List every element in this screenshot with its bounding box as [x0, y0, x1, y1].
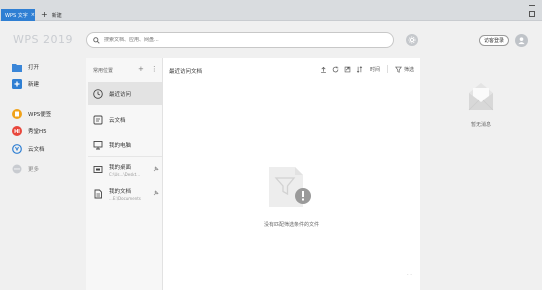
nav-more[interactable]: 更多 — [12, 163, 39, 175]
clock-icon — [93, 88, 103, 99]
empty-message: 没有匹配筛选条件的文件 — [263, 222, 319, 228]
window-controls — [527, 2, 536, 17]
add-location-icon[interactable]: + — [138, 65, 144, 73]
app-logo: WPS 2019 — [13, 33, 73, 46]
location-desktop-label: 我的桌面 — [109, 164, 132, 171]
header: WPS 2019 访客登录 — [0, 21, 542, 58]
main-content: 最近访问文档 时间 筛选 没有匹配筛选条件的文件 - - — [163, 58, 420, 290]
nav-xiutang-h5-label: 秀堂H5 — [28, 129, 47, 135]
computer-icon — [93, 140, 103, 150]
nav-xiutang-h5[interactable]: 秀堂H5 — [12, 125, 47, 137]
documents-icon — [93, 189, 103, 199]
recent-docs-title: 最近访问文档 — [169, 69, 203, 75]
upload-icon[interactable] — [320, 66, 327, 73]
locations-tools: + ⋮ — [138, 65, 158, 73]
location-computer-label: 我的电脑 — [109, 142, 132, 149]
location-documents-path: ...E:\Documents — [109, 195, 141, 201]
location-desktop[interactable]: 我的桌面 C:\Us...\Deskt... — [88, 158, 162, 181]
location-documents-text: 我的文档 ...E:\Documents — [109, 187, 141, 201]
cloud-doc-icon — [12, 144, 22, 154]
search-bar[interactable] — [86, 32, 394, 48]
h5-icon — [12, 126, 22, 136]
more-icon — [12, 164, 22, 174]
new-tab-button[interactable]: + 新建 — [41, 10, 62, 20]
nav-wps-note[interactable]: WPS便签 — [12, 108, 51, 120]
new-icon — [12, 79, 22, 89]
location-desktop-path: C:\Us...\Deskt... — [109, 171, 140, 177]
pin-icon[interactable] — [153, 166, 159, 174]
corner-mark: - - — [406, 272, 412, 278]
nav-open-label: 打开 — [28, 65, 40, 71]
envelope-icon — [468, 79, 494, 115]
refresh-icon[interactable] — [332, 66, 339, 73]
note-icon — [12, 109, 22, 119]
location-documents-label: 我的文档 — [109, 188, 132, 195]
location-cloud[interactable]: 云文档 — [88, 108, 162, 131]
location-recent[interactable]: 最近访问 — [88, 82, 162, 105]
toolbar-divider — [387, 65, 389, 73]
plus-icon: + — [41, 10, 48, 19]
main-toolbar: 时间 筛选 — [320, 65, 414, 73]
new-tab-label: 新建 — [51, 12, 62, 19]
location-desktop-text: 我的桌面 C:\Us...\Deskt... — [109, 163, 140, 177]
folder-icon — [12, 62, 22, 72]
cloud-icon — [93, 115, 103, 125]
maximize-icon[interactable] — [527, 10, 536, 17]
tab-close-icon[interactable]: × — [31, 12, 35, 18]
share-icon[interactable] — [344, 66, 351, 73]
message-panel: 暂无消息 — [420, 58, 542, 290]
empty-filter-icon — [268, 166, 314, 210]
location-recent-label: 最近访问 — [109, 91, 132, 98]
pin-icon[interactable] — [153, 190, 159, 198]
separator — [88, 156, 162, 157]
guest-login-button[interactable]: 访客登录 — [479, 35, 509, 46]
avatar[interactable] — [515, 34, 528, 47]
filter-label: 筛选 — [404, 66, 415, 73]
search-input[interactable] — [104, 37, 364, 43]
gear-icon[interactable] — [406, 34, 418, 46]
tab-label: WPS 文字 — [5, 12, 28, 19]
nav-open[interactable]: 打开 — [12, 61, 39, 73]
minimize-icon[interactable] — [527, 2, 536, 9]
nav-cloud-doc[interactable]: 云文档 — [12, 143, 45, 155]
nav-new[interactable]: 新建 — [12, 78, 39, 90]
tab-wps-writer[interactable]: WPS 文字 × — [1, 9, 35, 21]
more-options-icon[interactable]: ⋮ — [151, 65, 158, 73]
nav-more-label: 更多 — [28, 167, 40, 173]
sort-time-button[interactable]: 时间 — [368, 66, 380, 73]
nav-wps-note-label: WPS便签 — [28, 112, 52, 118]
filter-button[interactable]: 筛选 — [395, 66, 414, 73]
location-computer[interactable]: 我的电脑 — [88, 133, 162, 156]
sort-icon[interactable] — [356, 65, 363, 73]
sort-time-label: 时间 — [370, 66, 381, 73]
desktop-icon — [93, 165, 103, 175]
location-documents[interactable]: 我的文档 ...E:\Documents — [88, 182, 162, 205]
left-nav: 打开 新建 WPS便签 秀堂H5 云文档 更多 — [0, 58, 86, 290]
common-locations-panel: 常用位置 + ⋮ 最近访问 云文档 我的电脑 我的桌面 C:\Us...\Des… — [86, 58, 163, 290]
nav-new-label: 新建 — [28, 82, 40, 88]
nav-cloud-doc-label: 云文档 — [28, 147, 45, 153]
location-cloud-label: 云文档 — [109, 117, 126, 124]
filter-icon — [395, 66, 402, 73]
search-icon — [93, 36, 100, 44]
title-bar: WPS 文字 × + 新建 — [0, 0, 542, 21]
locations-header: 常用位置 — [93, 68, 114, 74]
no-messages-text: 暂无消息 — [470, 122, 491, 128]
